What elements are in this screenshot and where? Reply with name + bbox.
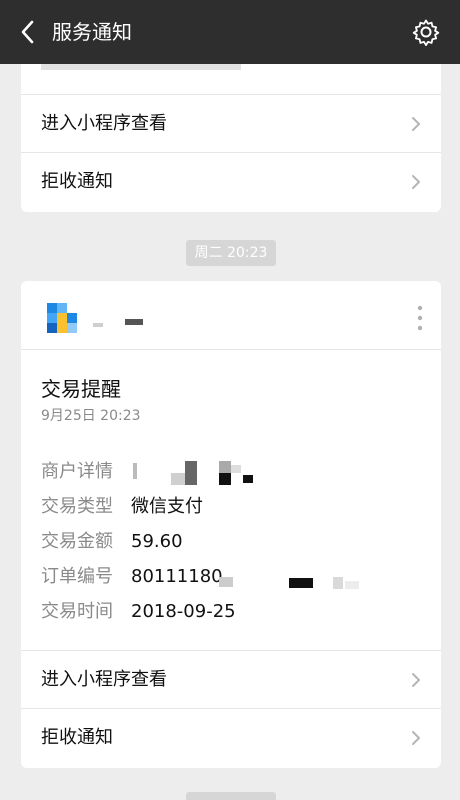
obscured-merchant-name (93, 323, 103, 327)
navigation-bar: 服务通知 (0, 0, 460, 64)
timestamp-badge: 周二 20:23 (186, 240, 276, 266)
obscured-order-number (219, 577, 233, 587)
obscured-merchant-detail (185, 461, 197, 485)
chevron-right-icon (412, 673, 420, 687)
obscured-order-number (333, 577, 343, 589)
row-label: 拒收通知 (41, 727, 113, 748)
cut-off-text (41, 64, 241, 70)
field-key: 商户详情 (41, 461, 113, 482)
reject-notification-row[interactable]: 拒收通知 (21, 708, 441, 767)
open-mini-program-row[interactable]: 进入小程序查看 (21, 650, 441, 709)
page-title: 服务通知 (52, 20, 132, 44)
obscured-merchant-detail (243, 475, 253, 483)
info-field-order-number: 订单编号 80111180 (41, 564, 223, 590)
obscured-merchant-detail (219, 461, 231, 473)
chevron-right-icon (412, 175, 420, 189)
previous-notification-card: 进入小程序查看 拒收通知 (21, 64, 441, 212)
chevron-right-icon (412, 117, 420, 131)
field-key: 交易类型 (41, 496, 113, 517)
message-title: 交易提醒 (41, 377, 121, 401)
obscured-merchant-detail (171, 473, 185, 485)
info-field-transaction-type: 交易类型 微信支付 (41, 494, 203, 520)
more-options-icon[interactable] (417, 305, 423, 331)
field-value: 80111180 (131, 566, 223, 587)
obscured-merchant-name (125, 319, 143, 325)
open-mini-program-row[interactable]: 进入小程序查看 (21, 94, 441, 153)
gear-icon[interactable] (412, 18, 440, 46)
info-field-transaction-time: 交易时间 2018-09-25 (41, 599, 236, 625)
field-value: 2018-09-25 (131, 601, 236, 622)
row-label: 进入小程序查看 (41, 669, 167, 690)
field-key: 交易金额 (41, 531, 113, 552)
field-value: 59.60 (131, 531, 183, 552)
field-key: 订单编号 (41, 566, 113, 587)
merchant-logo-icon (47, 303, 77, 333)
card-header (21, 281, 441, 350)
obscured-order-number (289, 578, 313, 588)
obscured-merchant-detail (219, 473, 231, 485)
field-key: 交易时间 (41, 601, 113, 622)
info-field-amount: 交易金额 59.60 (41, 529, 183, 555)
transaction-notification-card: 交易提醒 9月25日 20:23 商户详情 交易类型 微信支付 交易金额 59.60… (21, 281, 441, 768)
next-timestamp-badge (186, 792, 276, 800)
row-label: 拒收通知 (41, 171, 113, 192)
obscured-merchant-detail (133, 463, 137, 479)
chevron-left-icon[interactable] (16, 18, 42, 46)
field-value: 微信支付 (131, 496, 203, 517)
chevron-right-icon (412, 731, 420, 745)
reject-notification-row[interactable]: 拒收通知 (21, 152, 441, 211)
obscured-order-number (345, 581, 359, 589)
obscured-merchant-detail (231, 465, 241, 473)
row-label: 进入小程序查看 (41, 113, 167, 134)
info-field-merchant: 商户详情 (41, 459, 131, 485)
message-date: 9月25日 20:23 (41, 408, 141, 424)
